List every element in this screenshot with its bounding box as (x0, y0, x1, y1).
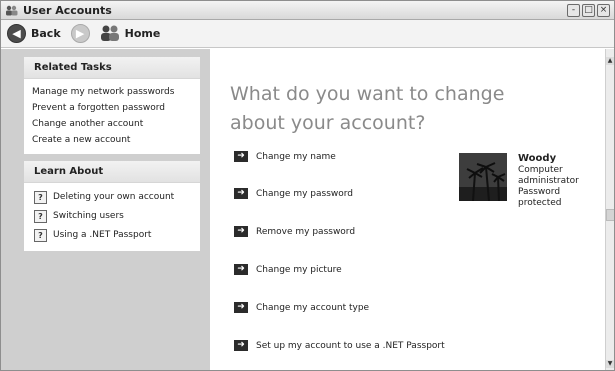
title-bar: User Accounts - □ × (1, 1, 614, 20)
window-controls: - □ × (567, 3, 610, 17)
task-create-new-account[interactable]: Create a new account (32, 132, 194, 148)
help-icon: ? (34, 229, 47, 242)
action-label: Change my password (256, 188, 354, 199)
scroll-down-icon[interactable]: ▼ (606, 360, 614, 368)
help-icon: ? (34, 210, 47, 223)
related-tasks-list: Manage my network passwords Prevent a fo… (24, 79, 200, 154)
user-accounts-window: User Accounts - □ × ◀ Back ▶ Home Relate… (0, 0, 615, 371)
learn-about-list: ? Deleting your own account ? Switching … (24, 183, 200, 251)
avatar (459, 153, 507, 202)
learn-item-label: Using a .NET Passport (53, 230, 152, 240)
content-area: Related Tasks Manage my network password… (1, 49, 614, 370)
change-picture-link[interactable]: ➜ Change my picture (234, 264, 342, 275)
related-tasks-panel: Related Tasks Manage my network password… (24, 57, 200, 154)
toolbar: ◀ Back ▶ Home (1, 20, 614, 48)
page-title: What do you want to change about your ac… (230, 83, 505, 134)
learn-item-label: Deleting your own account (53, 192, 175, 202)
action-label: Change my account type (256, 302, 370, 313)
task-prevent-forgotten-password[interactable]: Prevent a forgotten password (32, 100, 194, 116)
action-label: Change my name (256, 151, 336, 162)
task-manage-network-passwords[interactable]: Manage my network passwords (32, 84, 194, 100)
change-account-type-link[interactable]: ➜ Change my account type (234, 302, 369, 313)
action-label: Change my picture (256, 264, 342, 275)
maximize-button[interactable]: □ (582, 3, 595, 17)
main-panel: What do you want to change about your ac… (210, 49, 614, 370)
vertical-scrollbar[interactable]: ▲ ▼ (605, 49, 614, 370)
back-label: Back (31, 27, 61, 40)
action-label: Set up my account to use a .NET Passport (256, 340, 445, 351)
setup-net-passport-link[interactable]: ➜ Set up my account to use a .NET Passpo… (234, 340, 445, 351)
arrow-right-icon: ➜ (234, 226, 248, 237)
remove-password-link[interactable]: ➜ Remove my password (234, 226, 355, 237)
help-icon: ? (34, 191, 47, 204)
learn-item-label: Switching users (53, 211, 124, 221)
forward-button[interactable]: ▶ (70, 24, 90, 43)
forward-arrow-icon: ▶ (70, 24, 90, 43)
minimize-button[interactable]: - (567, 3, 580, 17)
arrow-right-icon: ➜ (234, 151, 248, 162)
user-card: Woody Computer administrator Password pr… (459, 153, 579, 209)
change-name-link[interactable]: ➜ Change my name (234, 151, 336, 162)
close-button[interactable]: × (597, 3, 610, 17)
password-status-line2: protected (518, 198, 562, 208)
window-title: User Accounts (23, 3, 112, 17)
task-change-another-account[interactable]: Change another account (32, 116, 194, 132)
home-users-icon (100, 24, 120, 44)
arrow-right-icon: ➜ (234, 264, 248, 275)
learn-item-deleting-account[interactable]: ? Deleting your own account (32, 188, 194, 207)
user-name: Woody (518, 153, 557, 164)
learn-item-switching-users[interactable]: ? Switching users (32, 207, 194, 226)
related-tasks-header: Related Tasks (24, 57, 200, 79)
user-info: Woody Computer administrator Password pr… (518, 153, 579, 209)
back-button[interactable]: ◀ Back (7, 24, 61, 43)
arrow-right-icon: ➜ (234, 188, 248, 199)
sidebar: Related Tasks Manage my network password… (1, 49, 210, 370)
back-arrow-icon: ◀ (7, 24, 26, 43)
change-password-link[interactable]: ➜ Change my password (234, 188, 353, 199)
learn-about-panel: Learn About ? Deleting your own account … (24, 161, 200, 251)
home-label: Home (124, 27, 161, 40)
account-type-line1: Computer (518, 165, 563, 175)
scroll-thumb[interactable] (606, 209, 614, 221)
arrow-right-icon: ➜ (234, 340, 248, 351)
account-type-line2: administrator (518, 176, 579, 186)
users-icon (5, 5, 18, 16)
password-status-line1: Password (518, 187, 561, 197)
scroll-up-icon[interactable]: ▲ (606, 57, 614, 65)
action-label: Remove my password (256, 226, 356, 237)
learn-about-header: Learn About (24, 161, 200, 183)
learn-item-net-passport[interactable]: ? Using a .NET Passport (32, 226, 194, 245)
home-button[interactable]: Home (100, 24, 161, 44)
arrow-right-icon: ➜ (234, 302, 248, 313)
